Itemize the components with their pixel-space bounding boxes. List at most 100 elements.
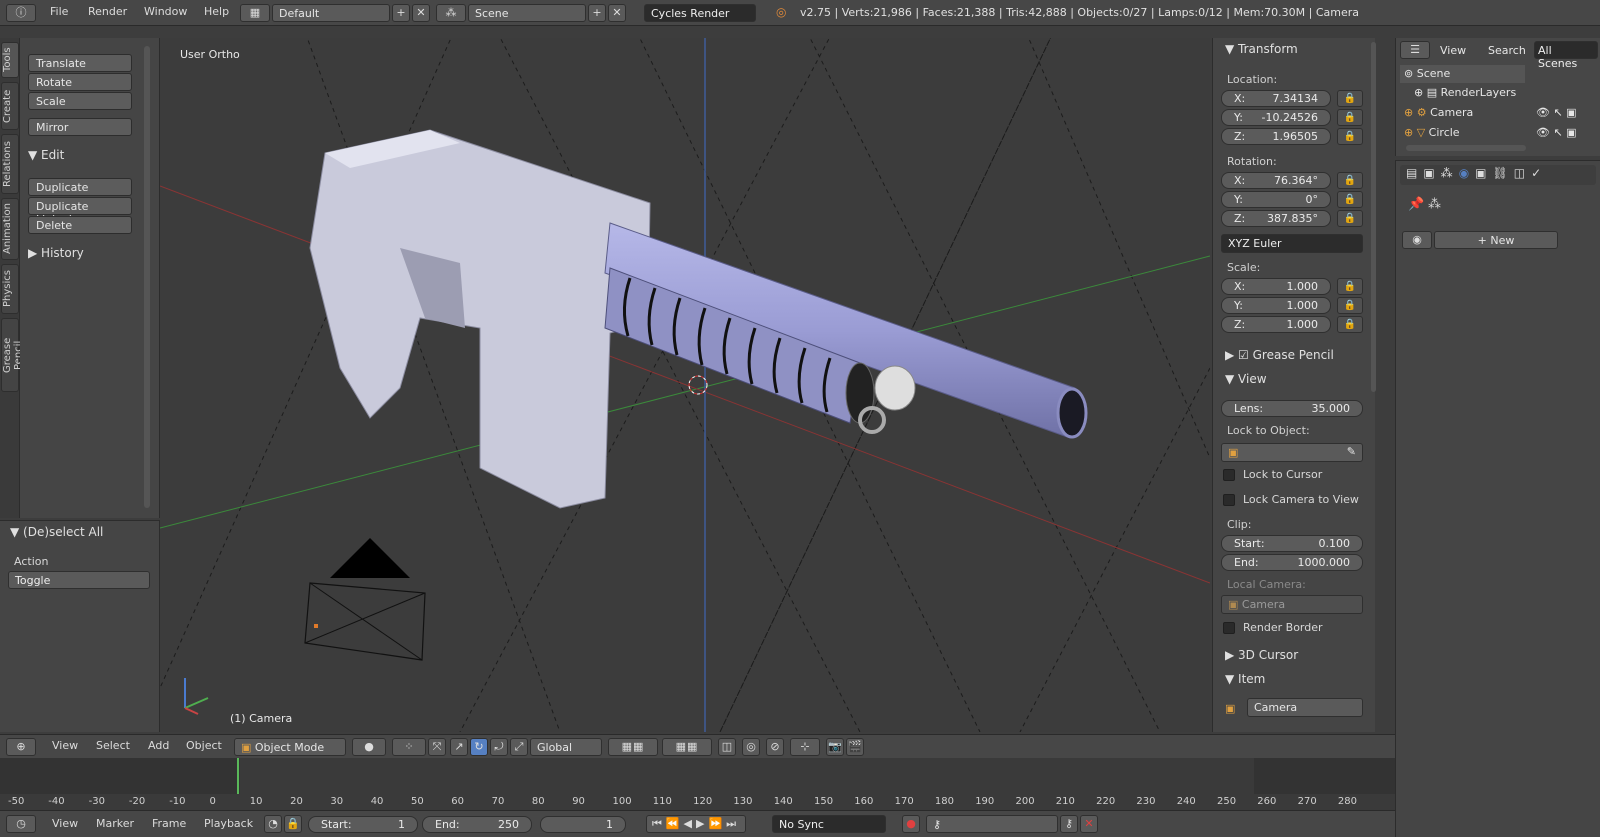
duplicate-button[interactable]: Duplicate	[28, 178, 132, 196]
insert-keyframe-icon[interactable]: ⚷	[1060, 815, 1078, 833]
duplicate-linked-button[interactable]: Duplicate Linked	[28, 197, 132, 226]
remove-scene-icon[interactable]: ✕	[608, 4, 626, 22]
3d-view-editor-icon[interactable]: ⊕	[6, 738, 36, 756]
lock-icon[interactable]: 🔒	[1337, 109, 1363, 126]
3d-cursor-panel-header[interactable]: ▶ 3D Cursor	[1217, 644, 1367, 666]
visibility-eye-icon[interactable]: 👁 ↖ ▣	[1536, 106, 1577, 119]
remove-layout-icon[interactable]: ✕	[412, 4, 430, 22]
outliner-view-menu[interactable]: View	[1440, 44, 1466, 57]
edit-panel-header[interactable]: ▼ Edit	[28, 148, 152, 162]
snap-element-icon[interactable]: ⊹	[790, 738, 820, 756]
orientation-select[interactable]: Global	[530, 738, 602, 756]
tab-physics[interactable]: Physics	[1, 264, 19, 314]
translate-manipulator-icon[interactable]: ↗	[450, 738, 468, 756]
history-panel-header[interactable]: ▶ History	[28, 246, 152, 260]
local-camera-field[interactable]: ▣ Camera	[1221, 595, 1363, 614]
current-frame-field[interactable]: 1	[540, 816, 626, 833]
item-name-field[interactable]: Camera	[1247, 698, 1363, 717]
delete-button[interactable]: Delete	[28, 216, 132, 234]
rotation-z-field[interactable]: Z: 387.835°	[1221, 210, 1331, 227]
lock-icon[interactable]: 🔒	[1337, 297, 1363, 314]
lens-field[interactable]: Lens: 35.000	[1221, 400, 1363, 417]
tab-grease-pencil[interactable]: Grease Pencil	[1, 318, 24, 392]
preview-range-icon[interactable]: ◔	[264, 815, 282, 833]
scene-tree-item[interactable]: ⊚ Scene	[1404, 67, 1450, 80]
lock-icon[interactable]: 🔒	[1337, 90, 1363, 107]
scale-x-field[interactable]: X: 1.000	[1221, 278, 1331, 295]
render-camera-icon[interactable]: 📷	[826, 738, 844, 756]
lock-camera-checkbox[interactable]	[1223, 494, 1235, 506]
menu-playback[interactable]: Playback	[204, 817, 253, 830]
add-layout-icon[interactable]: +	[392, 4, 410, 22]
pin-icon[interactable]: 📌	[1408, 197, 1424, 212]
location-x-field[interactable]: X: 7.34134	[1221, 90, 1331, 107]
add-scene-icon[interactable]: +	[588, 4, 606, 22]
start-frame-field[interactable]: Start: 1	[308, 816, 418, 833]
menu-object[interactable]: Object	[186, 739, 222, 752]
lock-object-field[interactable]: ▣ ✎	[1221, 443, 1363, 462]
tab-animation[interactable]: Animation	[1, 198, 19, 260]
menu-window[interactable]: Window	[144, 5, 187, 18]
outliner-hscrollbar[interactable]	[1406, 145, 1526, 151]
rotation-mode-select[interactable]: XYZ Euler	[1221, 234, 1363, 253]
camera-object-icon[interactable]	[304, 538, 426, 661]
lock-icon[interactable]: 🔒	[1337, 278, 1363, 295]
operator-panel-header[interactable]: ▼ (De)select All	[10, 525, 134, 539]
menu-marker[interactable]: Marker	[96, 817, 134, 830]
end-frame-field[interactable]: End: 250	[422, 816, 532, 833]
view-panel-header[interactable]: ▼ View	[1217, 368, 1367, 390]
menu-view[interactable]: View	[52, 739, 78, 752]
render-border-checkbox[interactable]	[1223, 622, 1235, 634]
layers-grid-icon[interactable]: ▦▦	[608, 738, 658, 756]
npanel-scrollbar[interactable]	[1371, 42, 1376, 392]
menu-frame[interactable]: Frame	[152, 817, 186, 830]
camera-tree-item[interactable]: ⊕ ⚙ Camera	[1404, 106, 1473, 119]
menu-help[interactable]: Help	[204, 5, 229, 18]
action-select[interactable]: Toggle	[8, 571, 150, 589]
tool-shelf-scrollbar[interactable]	[144, 46, 150, 508]
scale-z-field[interactable]: Z: 1.000	[1221, 316, 1331, 333]
lock-icon[interactable]: 🔒	[1337, 172, 1363, 189]
lock-icon[interactable]: 🔒	[1337, 128, 1363, 145]
menu-select[interactable]: Select	[96, 739, 130, 752]
lock-to-cursor-checkbox[interactable]	[1223, 469, 1235, 481]
transform-panel-header[interactable]: ▼ Transform	[1217, 38, 1367, 60]
lock-icon[interactable]: 🔒	[284, 815, 302, 833]
scene-field[interactable]: Scene	[468, 4, 586, 22]
proportional-edit-icon[interactable]: ◎	[742, 738, 760, 756]
outliner-search-menu[interactable]: Search	[1488, 44, 1526, 57]
properties-context-tabs[interactable]: ▤▣⁂◉▣⛓◫✓	[1400, 165, 1596, 185]
3d-viewport[interactable]: User Ortho (1) Camera	[160, 38, 1210, 732]
visibility-eye-icon[interactable]: 👁 ↖ ▣	[1536, 126, 1577, 139]
lock-icon[interactable]: 🔒	[1337, 191, 1363, 208]
tab-tools[interactable]: Tools	[1, 42, 19, 78]
rotate-manipulator-icon[interactable]: ↻	[470, 738, 488, 756]
menu-add[interactable]: Add	[148, 739, 169, 752]
rotate-button[interactable]: Rotate	[28, 73, 132, 91]
circle-tree-item[interactable]: ⊕ ▽ Circle	[1404, 126, 1460, 139]
menu-render[interactable]: Render	[88, 5, 127, 18]
rotate-gizmo-icon[interactable]: ⤾	[490, 738, 508, 756]
clip-end-field[interactable]: End: 1000.000	[1221, 554, 1363, 571]
menu-view[interactable]: View	[52, 817, 78, 830]
lock-icon[interactable]: 🔒	[1337, 316, 1363, 333]
renderlayers-tree-item[interactable]: ⊕ ▤ RenderLayers	[1414, 86, 1516, 99]
keying-set-field[interactable]: ⚷	[926, 815, 1058, 833]
timeline[interactable]: -50 -40 -30 -20 -10 0 10 20 30 40 50 60 70 80 90 100 110…	[0, 758, 1395, 810]
manipulator-icon[interactable]: ⤧	[428, 738, 446, 756]
mirror-button[interactable]: Mirror	[28, 118, 132, 136]
scene-icon[interactable]: ⁂	[436, 4, 466, 22]
layer-lock-icon[interactable]: ◫	[718, 738, 736, 756]
location-z-field[interactable]: Z: 1.96505	[1221, 128, 1331, 145]
clip-start-field[interactable]: Start: 0.100	[1221, 535, 1363, 552]
delete-keyframe-icon[interactable]: ✕	[1080, 815, 1098, 833]
eyedropper-icon[interactable]: ✎	[1347, 445, 1356, 458]
scale-button[interactable]: Scale	[28, 92, 132, 110]
snap-icon[interactable]: ⊘	[766, 738, 784, 756]
rotation-x-field[interactable]: X: 76.364°	[1221, 172, 1331, 189]
playback-controls-icon[interactable]: ⏮⏪◀▶⏩⏭	[646, 815, 746, 833]
item-panel-header[interactable]: ▼ Item	[1217, 668, 1367, 690]
sync-select[interactable]: No Sync	[772, 815, 886, 833]
world-browse-icon[interactable]: ◉	[1402, 231, 1432, 249]
info-editor-type-icon[interactable]: ⓘ	[6, 4, 36, 22]
